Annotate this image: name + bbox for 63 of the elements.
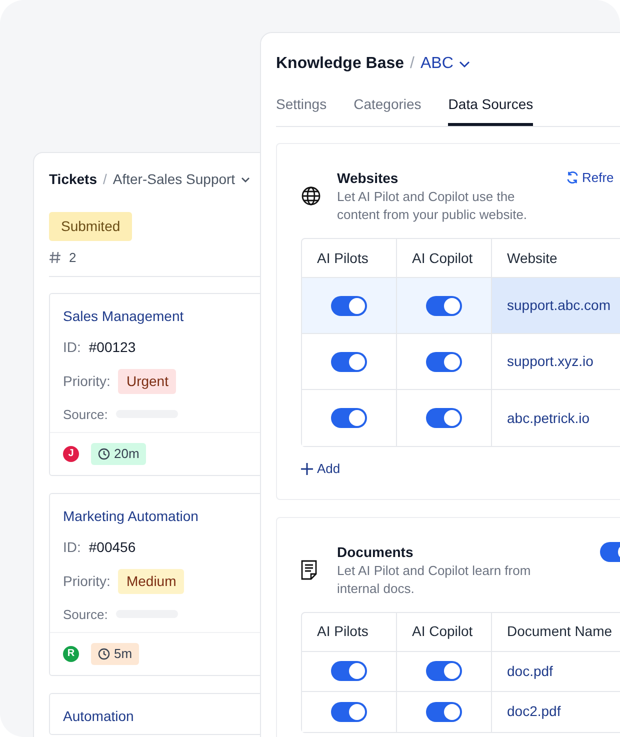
column-header: AI Pilots xyxy=(302,239,397,277)
breadcrumb-separator: / xyxy=(410,54,414,74)
breadcrumb-dropdown[interactable]: After-Sales Support xyxy=(112,169,236,190)
source-label: Source: xyxy=(63,606,108,624)
chevron-down-icon xyxy=(241,176,250,182)
toggle-switch[interactable] xyxy=(426,408,462,428)
panel-title: Tickets xyxy=(49,170,97,189)
priority-badge: Medium xyxy=(118,568,184,594)
time-badge: 20m xyxy=(91,443,146,464)
section-description: Let AI Pilot and Copilot use the content from your public website. xyxy=(337,188,528,224)
link-text[interactable]: abc.petrick.io xyxy=(507,408,590,428)
ticket-id: #00123 xyxy=(88,338,136,356)
table-row[interactable]: doc2.pdf xyxy=(302,692,620,732)
ticket-id: #00456 xyxy=(88,538,136,556)
toggle-switch[interactable] xyxy=(426,661,462,681)
refresh-icon xyxy=(566,171,579,184)
link-text[interactable]: doc2.pdf xyxy=(507,701,561,722)
id-label: ID: xyxy=(63,338,81,356)
toggle-switch[interactable] xyxy=(331,702,367,722)
breadcrumb-dropdown[interactable]: ABC xyxy=(420,52,454,76)
time-badge: 5m xyxy=(91,643,140,664)
clock-icon xyxy=(98,448,110,460)
section-title: Documents xyxy=(337,542,414,562)
globe-icon xyxy=(301,186,321,206)
breadcrumb-separator: / xyxy=(103,170,107,189)
table-row[interactable]: support.xyz.io xyxy=(302,334,620,390)
toggle-switch[interactable] xyxy=(426,702,462,722)
column-header: Document Name xyxy=(506,622,614,641)
table-row[interactable]: doc.pdf xyxy=(302,652,620,692)
tab[interactable]: Categories xyxy=(354,94,422,126)
toggle-switch[interactable] xyxy=(331,408,367,428)
hash-icon xyxy=(49,251,61,264)
toggle-switch[interactable] xyxy=(426,296,462,316)
section-description: Let AI Pilot and Copilot learn from internal docs. xyxy=(337,562,532,598)
toggle-switch[interactable] xyxy=(331,352,367,372)
column-header: AI Copilot xyxy=(397,239,492,277)
clock-icon xyxy=(98,648,110,660)
chevron-down-icon xyxy=(459,60,470,68)
priority-badge: Urgent xyxy=(118,368,176,394)
panel-title: Knowledge Base xyxy=(276,54,404,74)
section-title: Websites xyxy=(337,169,400,188)
refresh-button[interactable]: Refre xyxy=(566,168,614,188)
plus-icon xyxy=(301,462,313,475)
avatar: R xyxy=(63,646,79,662)
status-badge: Submited xyxy=(49,212,132,241)
add-button[interactable]: Add xyxy=(301,459,340,478)
link-text[interactable]: support.xyz.io xyxy=(507,351,594,372)
toggle-switch[interactable] xyxy=(331,661,367,681)
column-header: AI Pilots xyxy=(302,612,397,650)
link-text[interactable]: doc.pdf xyxy=(507,660,553,682)
tab[interactable]: Settings xyxy=(276,94,327,126)
toggle-switch[interactable] xyxy=(331,296,367,316)
source-label: Source: xyxy=(63,406,108,424)
column-header: AI Copilot xyxy=(397,612,492,650)
column-header: Website xyxy=(506,248,558,268)
priority-label: Priority: xyxy=(63,572,110,591)
priority-label: Priority: xyxy=(63,372,110,391)
ticket-count: 2 xyxy=(69,249,76,267)
table-row[interactable]: support.abc.com xyxy=(302,278,620,334)
document-icon xyxy=(301,560,317,580)
id-label: ID: xyxy=(63,538,81,556)
toggle-switch[interactable] xyxy=(426,352,462,372)
avatar: J xyxy=(63,446,79,462)
